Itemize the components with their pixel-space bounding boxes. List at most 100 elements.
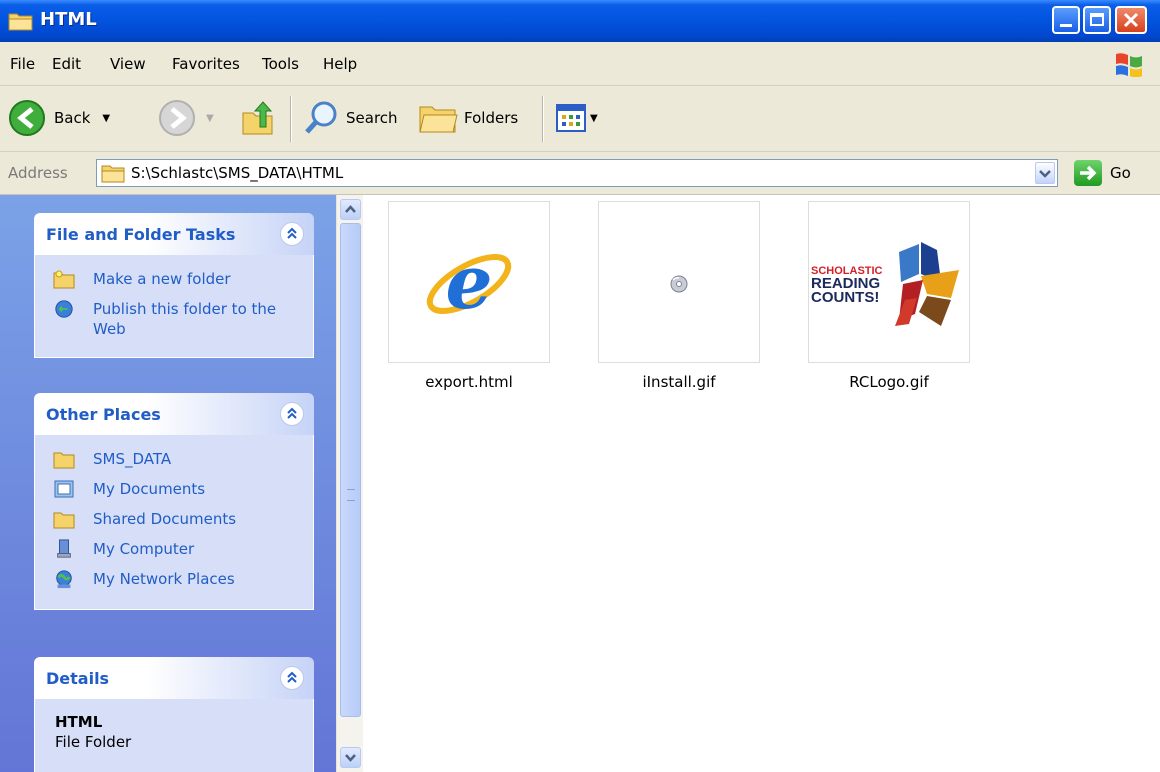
- menu-bar: File Edit View Favorites Tools Help: [0, 42, 1160, 86]
- other-places-header[interactable]: Other Places: [34, 393, 314, 435]
- ie-icon: e: [426, 240, 512, 326]
- back-dropdown-icon[interactable]: ▼: [102, 113, 110, 124]
- scroll-grip-icon: [347, 489, 355, 501]
- menu-favorites[interactable]: Favorites: [172, 55, 240, 73]
- network-places-icon: [56, 570, 72, 589]
- folders-button[interactable]: Folders: [418, 98, 518, 138]
- chevron-up-icon: [345, 205, 356, 213]
- details-header[interactable]: Details: [34, 657, 314, 699]
- file-thumbnail[interactable]: e: [388, 201, 550, 363]
- menu-edit[interactable]: Edit: [52, 55, 81, 73]
- folder-icon: [8, 13, 33, 31]
- views-grid-icon: [556, 104, 586, 132]
- double-chevron-up-icon: [287, 227, 297, 239]
- menu-file[interactable]: File: [10, 55, 35, 73]
- up-folder-icon: [242, 101, 273, 135]
- place-label: My Documents: [93, 480, 206, 498]
- window-title: HTML: [40, 9, 97, 30]
- go-label: Go: [1110, 164, 1131, 182]
- file-item-rclogo-gif[interactable]: SCHOLASTIC READING COUNTS! RCLogo.gif: [789, 201, 989, 391]
- place-my-network-places[interactable]: My Network Places: [35, 569, 313, 591]
- logo-text-counts: COUNTS!: [811, 289, 879, 306]
- scroll-down-button[interactable]: [340, 747, 361, 768]
- my-computer-icon: [57, 539, 71, 558]
- new-folder-icon: [53, 270, 75, 289]
- details-panel: Details HTML File Folder: [34, 657, 314, 772]
- my-documents-icon: [54, 480, 74, 498]
- file-thumbnail[interactable]: [598, 201, 760, 363]
- place-my-documents[interactable]: My Documents: [35, 479, 313, 501]
- place-label: My Computer: [93, 540, 195, 558]
- toolbar-separator: [290, 96, 292, 142]
- file-name: export.html: [425, 373, 513, 391]
- file-thumbnail[interactable]: SCHOLASTIC READING COUNTS!: [808, 201, 970, 363]
- chevron-down-icon: [345, 754, 356, 762]
- windows-logo-icon: [1116, 53, 1142, 77]
- place-label: Shared Documents: [93, 510, 237, 528]
- task-make-new-folder[interactable]: Make a new folder: [35, 269, 313, 291]
- forward-arrow-icon: [159, 100, 195, 136]
- details-name: HTML: [55, 713, 103, 731]
- menu-tools[interactable]: Tools: [262, 55, 299, 73]
- double-chevron-up-icon: [287, 671, 297, 683]
- folder-icon: [53, 452, 75, 469]
- scroll-thumb[interactable]: [340, 223, 361, 717]
- task-pane: File and Folder Tasks Make a new folder: [0, 195, 336, 772]
- search-icon: [305, 101, 337, 134]
- cd-icon: [670, 275, 688, 293]
- search-label: Search: [346, 109, 398, 127]
- collapse-button[interactable]: [280, 222, 304, 246]
- place-label: SMS_DATA: [93, 450, 172, 468]
- place-my-computer[interactable]: My Computer: [35, 539, 313, 561]
- group-title: Other Places: [46, 405, 161, 424]
- forward-dropdown-icon[interactable]: ▼: [206, 113, 214, 124]
- file-view[interactable]: e export.html iInstall.gif SCHOLASTIC RE…: [363, 195, 1160, 772]
- toolbar: Back ▼ ▼ Search Folders ▼: [0, 86, 1160, 152]
- file-folder-tasks-header[interactable]: File and Folder Tasks: [34, 213, 314, 255]
- minimize-button[interactable]: [1052, 6, 1080, 34]
- toolbar-separator: [542, 96, 544, 142]
- file-item-iinstall-gif[interactable]: iInstall.gif: [579, 201, 779, 391]
- menu-view[interactable]: View: [110, 55, 146, 73]
- place-sms-data[interactable]: SMS_DATA: [35, 449, 313, 471]
- go-arrow-icon: [1074, 160, 1102, 186]
- views-button[interactable]: ▼: [556, 98, 598, 138]
- back-button[interactable]: Back ▼: [8, 98, 110, 138]
- group-title: Details: [46, 669, 110, 688]
- address-bar: Address S:\Schlastc\SMS_DATA\HTML Go: [0, 152, 1160, 195]
- details-type: File Folder: [55, 733, 132, 751]
- reading-counts-logo: SCHOLASTIC READING COUNTS!: [811, 242, 959, 326]
- close-icon: [1123, 12, 1139, 28]
- task-publish-folder-web[interactable]: Publish this folder to the Web: [35, 299, 313, 339]
- menu-help[interactable]: Help: [323, 55, 357, 73]
- place-shared-documents[interactable]: Shared Documents: [35, 509, 313, 531]
- title-bar[interactable]: HTML: [0, 0, 1160, 42]
- folder-icon: [101, 165, 125, 183]
- back-label: Back: [54, 109, 91, 127]
- file-name: RCLogo.gif: [849, 373, 929, 391]
- task-label: Make a new folder: [93, 270, 231, 288]
- svg-text:e: e: [445, 240, 492, 326]
- scroll-up-button[interactable]: [340, 199, 361, 220]
- forward-button[interactable]: ▼: [158, 98, 214, 138]
- maximize-button[interactable]: [1083, 6, 1111, 34]
- file-item-export-html[interactable]: e export.html: [369, 201, 569, 391]
- folders-icon: [419, 106, 458, 133]
- other-places-panel: Other Places SMS_DATA My Documents Share…: [34, 393, 314, 610]
- collapse-button[interactable]: [280, 666, 304, 690]
- double-chevron-up-icon: [287, 407, 297, 419]
- file-folder-tasks-panel: File and Folder Tasks Make a new folder: [34, 213, 314, 358]
- address-dropdown-button[interactable]: [1035, 162, 1055, 184]
- explorer-window: HTML File Edit View Favorites Tools Help: [0, 0, 1160, 772]
- collapse-button[interactable]: [280, 402, 304, 426]
- group-title: File and Folder Tasks: [46, 225, 236, 244]
- folder-icon: [53, 512, 75, 529]
- address-input[interactable]: S:\Schlastc\SMS_DATA\HTML: [96, 159, 1058, 187]
- go-button[interactable]: Go: [1074, 160, 1131, 186]
- task-pane-scrollbar[interactable]: [336, 195, 363, 772]
- address-path: S:\Schlastc\SMS_DATA\HTML: [131, 164, 344, 182]
- back-arrow-icon: [9, 100, 45, 136]
- search-button[interactable]: Search: [304, 98, 398, 138]
- close-button[interactable]: [1115, 6, 1147, 34]
- up-folder-button[interactable]: [240, 98, 276, 138]
